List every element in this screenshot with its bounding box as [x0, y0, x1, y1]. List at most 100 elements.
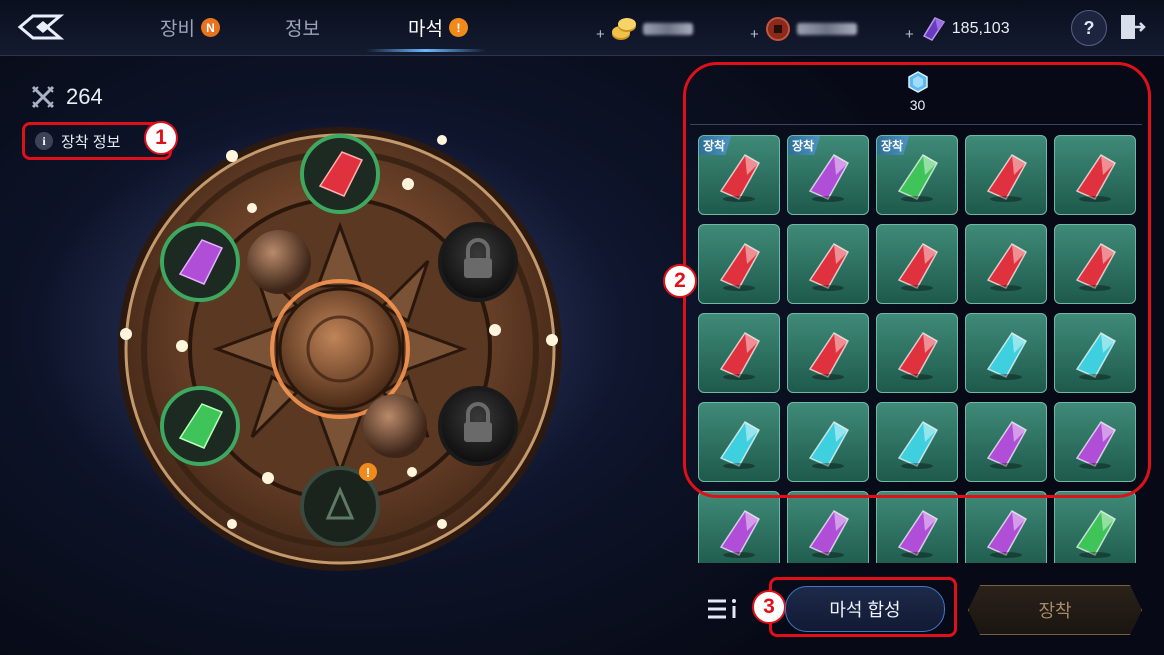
synthesize-label: 마석 합성	[829, 600, 901, 620]
tab-info[interactable]: 정보	[285, 14, 320, 41]
red-gem-icon	[1075, 243, 1117, 291]
gem-cell[interactable]	[787, 402, 869, 482]
gem-cell[interactable]	[876, 402, 958, 482]
gem-cell[interactable]	[876, 313, 958, 393]
gem-cell[interactable]	[1054, 402, 1136, 482]
slot-alert-text: !	[366, 465, 370, 480]
equip-button[interactable]: 장착	[968, 585, 1142, 635]
new-badge: N	[200, 18, 220, 37]
lock-icon-body	[464, 258, 492, 278]
purple-gem-icon	[808, 510, 850, 558]
cyan-gem-icon	[719, 421, 761, 469]
slot-left-bottom-green-gem[interactable]	[160, 386, 240, 466]
gem-cell[interactable]	[698, 224, 780, 304]
tab-magic-stone-label: 마석	[408, 19, 443, 40]
gem-cell[interactable]	[965, 224, 1047, 304]
gem-cell[interactable]: 장착	[698, 135, 780, 215]
magic-stone-screen: 장비 N 정보 마석 ! + + + 185,103 ? 264 i 장착 정보…	[0, 0, 1164, 655]
purple-gem-icon	[986, 421, 1028, 469]
gem-cell[interactable]	[1054, 135, 1136, 215]
list-filter-icon	[708, 599, 736, 619]
combat-power: 264	[30, 84, 103, 110]
copper-amount-redacted	[796, 23, 857, 35]
crystal-amount: 185,103	[951, 20, 1010, 37]
crossed-swords-icon	[31, 85, 55, 109]
gem-cell[interactable]	[787, 313, 869, 393]
gem-count: 30	[895, 70, 940, 113]
combat-power-value: 264	[66, 84, 103, 109]
currency-crystal[interactable]: + 185,103	[905, 14, 1010, 44]
gold-amount-redacted	[642, 23, 693, 35]
add-icon: +	[905, 25, 914, 43]
tab-magic-stone[interactable]: 마석 !	[408, 14, 468, 41]
add-icon: +	[596, 25, 605, 43]
slot-top-red-gem[interactable]	[300, 134, 380, 214]
gem-cell[interactable]	[876, 491, 958, 563]
gem-cell[interactable]	[965, 135, 1047, 215]
purple-gem-icon	[719, 510, 761, 558]
help-button[interactable]: ?	[1071, 10, 1107, 46]
gem-cell[interactable]	[1054, 313, 1136, 393]
gem-count-value: 30	[909, 97, 926, 113]
purple-crystal-icon	[922, 17, 945, 41]
gem-inventory-icon	[907, 71, 928, 93]
currency-gold[interactable]: +	[596, 14, 693, 44]
red-gem-icon	[897, 243, 939, 291]
red-gem-icon	[808, 243, 850, 291]
red-gem-icon	[719, 332, 761, 380]
add-icon: +	[750, 25, 759, 43]
slot-right-locked[interactable]	[438, 222, 518, 302]
equip-label: 장착	[1038, 601, 1072, 621]
red-gem-icon	[986, 243, 1028, 291]
cyan-gem-icon	[808, 421, 850, 469]
ornament-sphere	[363, 394, 427, 458]
slot-left-purple-gem[interactable]	[160, 222, 240, 302]
gem-cell[interactable]	[965, 491, 1047, 563]
gem-cell[interactable]: 장착	[787, 135, 869, 215]
gold-coins-icon	[611, 18, 636, 40]
green-gem-icon	[1075, 510, 1117, 558]
red-gem-icon	[897, 332, 939, 380]
gem-cell[interactable]	[1054, 224, 1136, 304]
gem-cell[interactable]	[965, 402, 1047, 482]
ornament-sphere	[247, 230, 311, 294]
red-gem-icon	[1075, 154, 1117, 202]
tab-equipment-label: 장비	[160, 19, 195, 40]
purple-gem-icon	[1075, 421, 1117, 469]
gem-cell[interactable]	[698, 491, 780, 563]
back-button[interactable]	[12, 8, 68, 46]
sort-filter-button[interactable]	[706, 596, 740, 622]
tab-equipment[interactable]: 장비 N	[160, 14, 220, 41]
gem-cell[interactable]	[1054, 491, 1136, 563]
gem-cell[interactable]	[698, 313, 780, 393]
gem-cell[interactable]: 장착	[876, 135, 958, 215]
purple-gem-icon	[986, 510, 1028, 558]
red-gem-icon	[719, 243, 761, 291]
annotation-marker-2: 2	[663, 264, 697, 298]
gem-cell[interactable]	[965, 313, 1047, 393]
info-icon: i	[35, 132, 53, 150]
gem-cell[interactable]	[787, 224, 869, 304]
synthesize-button[interactable]: 마석 합성	[785, 586, 945, 632]
exit-door-icon	[1121, 15, 1146, 39]
top-bar: 장비 N 정보 마석 ! + + + 185,103 ?	[0, 0, 1164, 56]
gem-cell[interactable]	[698, 402, 780, 482]
cyan-gem-icon	[1075, 332, 1117, 380]
panel-divider	[690, 124, 1142, 125]
gem-cell[interactable]	[787, 491, 869, 563]
back-arrow-icon	[17, 14, 64, 40]
exit-button[interactable]	[1115, 10, 1149, 44]
purple-gem-icon	[897, 510, 939, 558]
help-icon: ?	[1083, 17, 1095, 38]
copper-coin-icon	[765, 17, 790, 41]
red-gem-icon	[808, 332, 850, 380]
lock-icon-body	[464, 422, 492, 442]
cyan-gem-icon	[986, 332, 1028, 380]
gem-cell[interactable]	[876, 224, 958, 304]
cyan-gem-icon	[897, 421, 939, 469]
slot-right-bottom-locked[interactable]	[438, 386, 518, 466]
active-tab-indicator	[366, 49, 486, 52]
annotation-marker-3: 3	[752, 590, 786, 624]
gem-inventory-grid: 장착 장착 장착	[698, 135, 1138, 563]
currency-copper[interactable]: +	[750, 14, 857, 44]
